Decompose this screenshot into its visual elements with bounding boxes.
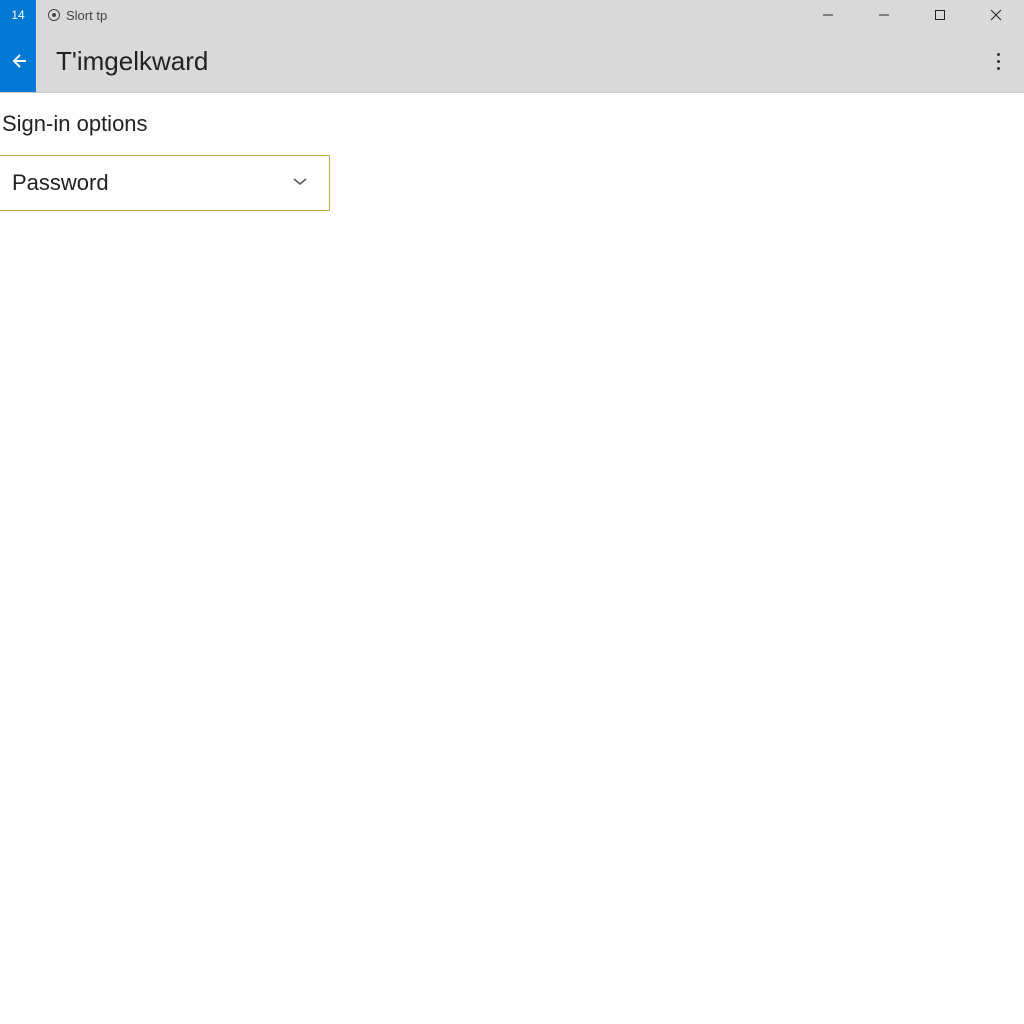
page-title: T'imgelkward (36, 46, 208, 77)
minimize-icon-2 (878, 9, 890, 21)
back-button[interactable] (0, 30, 36, 92)
maximize-icon (934, 9, 946, 21)
app-title-group: Slort tp (36, 0, 107, 30)
signin-method-dropdown[interactable]: Password (0, 155, 330, 211)
app-title: Slort tp (66, 8, 107, 23)
window-max-button[interactable] (912, 0, 968, 30)
window-min-button[interactable] (800, 0, 856, 30)
section-title: Sign-in options (0, 111, 1024, 137)
dropdown-selected-value: Password (12, 170, 109, 196)
back-arrow-icon (8, 51, 28, 71)
chevron-down-icon (291, 170, 309, 196)
overflow-menu-button[interactable] (984, 30, 1012, 92)
tab-badge[interactable]: 14 (0, 0, 36, 30)
close-icon (990, 9, 1002, 21)
titlebar-spacer (107, 0, 800, 30)
minimize-icon (822, 9, 834, 21)
window-restore-button[interactable] (856, 0, 912, 30)
page-header: T'imgelkward (0, 30, 1024, 93)
app-logo-icon (48, 9, 60, 21)
window-close-button[interactable] (968, 0, 1024, 30)
titlebar: 14 Slort tp (0, 0, 1024, 30)
page-body: Sign-in options Password (0, 93, 1024, 211)
kebab-icon (997, 53, 1000, 70)
tab-badge-label: 14 (11, 8, 24, 22)
